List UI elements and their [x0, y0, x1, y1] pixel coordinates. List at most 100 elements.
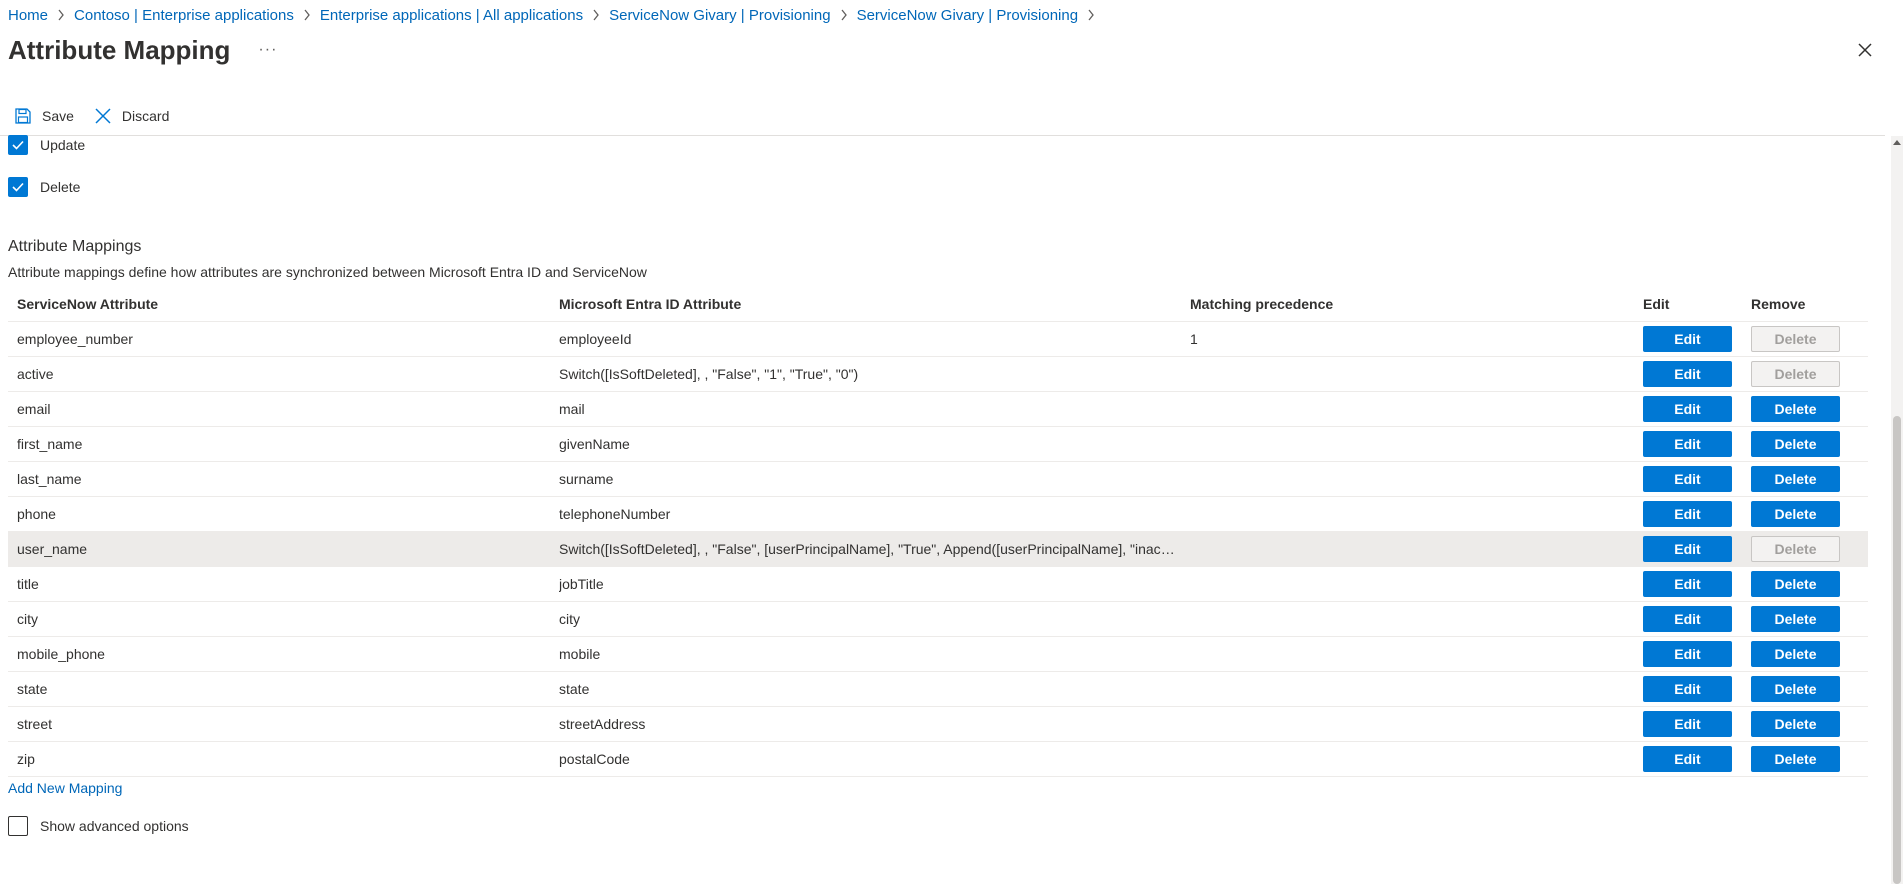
column-header-matching-precedence: Matching precedence: [1190, 295, 1334, 312]
more-options-button[interactable]: ···: [258, 41, 277, 59]
edit-button[interactable]: Edit: [1643, 361, 1732, 387]
delete-button: Delete: [1751, 361, 1840, 387]
remove-cell: Delete: [1751, 676, 1861, 702]
table-row[interactable]: user_name Switch([IsSoftDeleted], , "Fals…: [8, 532, 1868, 567]
entra-attribute-cell: Switch([IsSoftDeleted], , "False", "1", …: [559, 366, 859, 382]
delete-checkbox[interactable]: [8, 177, 28, 197]
delete-button[interactable]: Delete: [1751, 606, 1840, 632]
table-row[interactable]: city city Edit Delete: [8, 602, 1868, 637]
discard-button[interactable]: Discard: [94, 107, 169, 125]
toolbar-divider: [0, 135, 1885, 136]
delete-label: Delete: [40, 179, 81, 195]
table-row[interactable]: last_name surname Edit Delete: [8, 462, 1868, 497]
table-row[interactable]: zip postalCode Edit Delete: [8, 742, 1868, 777]
entra-attribute-cell: employeeId: [559, 331, 632, 347]
chevron-right-icon: [303, 9, 311, 21]
chevron-right-icon: [1087, 9, 1095, 21]
save-icon: [15, 108, 31, 124]
discard-icon: [95, 108, 111, 124]
delete-button[interactable]: Delete: [1751, 431, 1840, 457]
advanced-options-row: Show advanced options: [8, 816, 189, 836]
edit-button[interactable]: Edit: [1643, 571, 1732, 597]
delete-button: Delete: [1751, 326, 1840, 352]
edit-cell: Edit: [1643, 571, 1751, 597]
edit-button[interactable]: Edit: [1643, 746, 1732, 772]
delete-button[interactable]: Delete: [1751, 501, 1840, 527]
servicenow-attribute-cell: last_name: [17, 471, 82, 487]
entra-attribute-cell: postalCode: [559, 751, 630, 767]
delete-button[interactable]: Delete: [1751, 711, 1840, 737]
command-bar: Save Discard: [14, 104, 169, 128]
delete-button[interactable]: Delete: [1751, 641, 1840, 667]
table-row[interactable]: phone telephoneNumber Edit Delete: [8, 497, 1868, 532]
delete-button[interactable]: Delete: [1751, 571, 1840, 597]
edit-button[interactable]: Edit: [1643, 396, 1732, 422]
table-header: ServiceNow Attribute Microsoft Entra ID …: [8, 286, 1868, 322]
table-row[interactable]: active Switch([IsSoftDeleted], , "False",…: [8, 357, 1868, 392]
remove-cell: Delete: [1751, 396, 1861, 422]
entra-attribute-cell: state: [559, 681, 590, 697]
target-action-delete: Delete: [8, 177, 80, 197]
entra-attribute-cell: givenName: [559, 436, 630, 452]
table-row[interactable]: email mail Edit Delete: [8, 392, 1868, 427]
edit-button[interactable]: Edit: [1643, 326, 1732, 352]
edit-button[interactable]: Edit: [1643, 536, 1732, 562]
remove-cell: Delete: [1751, 641, 1861, 667]
edit-button[interactable]: Edit: [1643, 501, 1732, 527]
breadcrumb: Home Contoso | Enterprise applications E…: [8, 4, 1104, 26]
edit-button[interactable]: Edit: [1643, 606, 1732, 632]
entra-attribute-cell: Switch([IsSoftDeleted], , "False", [user…: [559, 541, 1180, 557]
edit-button[interactable]: Edit: [1643, 641, 1732, 667]
table-row[interactable]: state state Edit Delete: [8, 672, 1868, 707]
column-header-edit: Edit: [1643, 295, 1670, 312]
edit-button[interactable]: Edit: [1643, 466, 1732, 492]
breadcrumb-provisioning-current[interactable]: ServiceNow Givary | Provisioning: [857, 7, 1078, 24]
attribute-mappings-description: Attribute mappings define how attributes…: [8, 264, 647, 280]
servicenow-attribute-cell: city: [17, 611, 38, 627]
delete-button[interactable]: Delete: [1751, 466, 1840, 492]
breadcrumb-provisioning[interactable]: ServiceNow Givary | Provisioning: [609, 7, 830, 24]
attribute-mappings-table: ServiceNow Attribute Microsoft Entra ID …: [8, 286, 1868, 777]
delete-button[interactable]: Delete: [1751, 676, 1840, 702]
show-advanced-options-checkbox[interactable]: [8, 816, 28, 836]
close-button[interactable]: [1855, 40, 1875, 60]
vertical-scrollbar[interactable]: [1891, 136, 1903, 884]
servicenow-attribute-cell: state: [17, 681, 48, 697]
edit-cell: Edit: [1643, 361, 1751, 387]
edit-button[interactable]: Edit: [1643, 676, 1732, 702]
breadcrumb-all-applications[interactable]: Enterprise applications | All applicatio…: [320, 7, 583, 24]
delete-button[interactable]: Delete: [1751, 396, 1840, 422]
servicenow-attribute-cell: zip: [17, 751, 35, 767]
delete-button[interactable]: Delete: [1751, 746, 1840, 772]
save-button[interactable]: Save: [14, 107, 74, 125]
edit-button[interactable]: Edit: [1643, 431, 1732, 457]
save-label: Save: [42, 108, 74, 124]
table-row[interactable]: mobile_phone mobile Edit Delete: [8, 637, 1868, 672]
breadcrumb-enterprise-apps[interactable]: Contoso | Enterprise applications: [74, 7, 294, 24]
table-row[interactable]: first_name givenName Edit Delete: [8, 427, 1868, 462]
remove-cell: Delete: [1751, 431, 1861, 457]
target-action-update: Update: [8, 135, 85, 155]
remove-cell: Delete: [1751, 536, 1861, 562]
servicenow-attribute-cell: title: [17, 576, 39, 592]
edit-button[interactable]: Edit: [1643, 711, 1732, 737]
scroll-up-arrow-icon[interactable]: [1893, 140, 1901, 145]
remove-cell: Delete: [1751, 711, 1861, 737]
chevron-right-icon: [57, 9, 65, 21]
column-header-entra-attribute: Microsoft Entra ID Attribute: [559, 295, 742, 312]
table-row[interactable]: street streetAddress Edit Delete: [8, 707, 1868, 742]
breadcrumb-home[interactable]: Home: [8, 7, 48, 24]
scroll-thumb[interactable]: [1893, 416, 1901, 884]
servicenow-attribute-cell: mobile_phone: [17, 646, 105, 662]
attribute-mapping-page: Home Contoso | Enterprise applications E…: [0, 0, 1903, 884]
column-header-remove: Remove: [1751, 295, 1806, 312]
table-row[interactable]: employee_number employeeId 1 Edit Delete: [8, 322, 1868, 357]
attribute-mappings-heading: Attribute Mappings: [8, 238, 142, 255]
checkmark-icon: [12, 182, 24, 192]
entra-attribute-cell: jobTitle: [559, 576, 604, 592]
remove-cell: Delete: [1751, 746, 1861, 772]
servicenow-attribute-cell: email: [17, 401, 51, 417]
table-row[interactable]: title jobTitle Edit Delete: [8, 567, 1868, 602]
add-new-mapping-link[interactable]: Add New Mapping: [8, 780, 122, 796]
update-checkbox[interactable]: [8, 135, 28, 155]
